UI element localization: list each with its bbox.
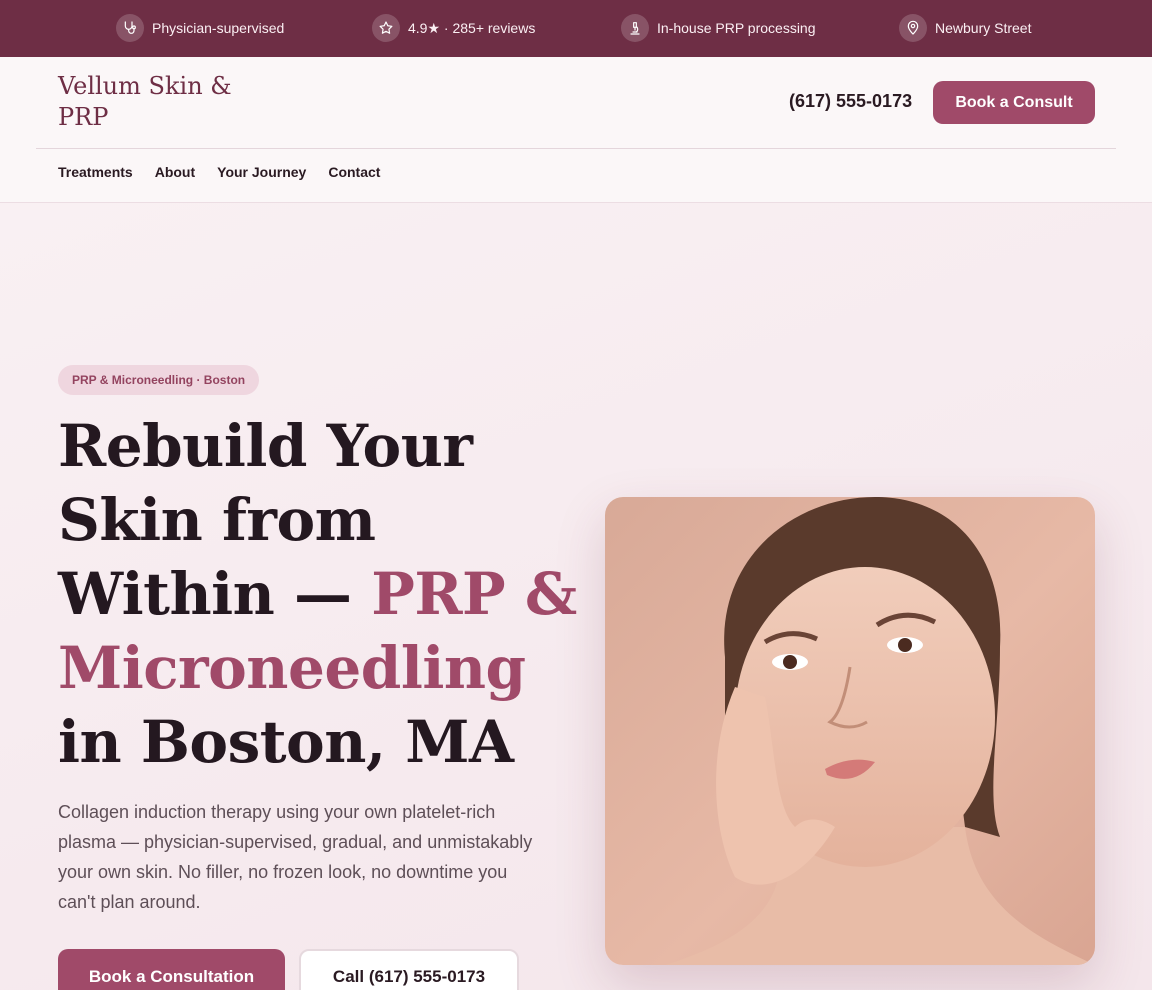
brand-logo[interactable]: Vellum Skin & PRP bbox=[58, 71, 238, 133]
book-consult-button[interactable]: Book a Consult bbox=[933, 81, 1095, 124]
stethoscope-icon bbox=[116, 14, 144, 42]
hero-eyebrow-pill: PRP & Microneedling · Boston bbox=[58, 365, 260, 395]
header-divider bbox=[36, 148, 1116, 149]
hero-portrait-image bbox=[605, 497, 1095, 965]
nav-item-your-journey[interactable]: Your Journey bbox=[217, 164, 306, 180]
trust-label: 4.9★ · 285+ reviews bbox=[408, 19, 536, 36]
nav-item-contact[interactable]: Contact bbox=[328, 164, 380, 180]
trust-item-location: Newbury Street bbox=[899, 14, 1031, 42]
trust-item-reviews: 4.9★ · 285+ reviews bbox=[372, 14, 535, 42]
header-phone-link[interactable]: (617) 555-0173 bbox=[789, 91, 912, 112]
trust-item-physician: Physician-supervised bbox=[116, 14, 284, 42]
hero-headline: Rebuild Your Skin from Within — PRP & Mi… bbox=[58, 409, 578, 779]
map-pin-icon bbox=[899, 14, 927, 42]
book-consultation-button[interactable]: Book a Consultation bbox=[58, 949, 285, 990]
trust-item-prp: In-house PRP processing bbox=[621, 14, 816, 42]
site-header: Vellum Skin & PRP (617) 555-0173 Book a … bbox=[0, 57, 1152, 203]
trust-label: Newbury Street bbox=[935, 20, 1032, 36]
nav-item-about[interactable]: About bbox=[155, 164, 195, 180]
trust-label: Physician-supervised bbox=[152, 20, 285, 36]
star-icon bbox=[372, 14, 400, 42]
main-nav: Treatments About Your Journey Contact bbox=[58, 164, 380, 180]
nav-item-treatments[interactable]: Treatments bbox=[58, 164, 133, 180]
headline-part-2: in Boston, MA bbox=[58, 708, 514, 776]
hero-description: Collagen induction therapy using your ow… bbox=[58, 802, 533, 912]
trust-bar: Physician-supervised 4.9★ · 285+ reviews… bbox=[0, 0, 1152, 57]
call-phone-button[interactable]: Call (617) 555-0173 bbox=[299, 949, 519, 990]
trust-label: In-house PRP processing bbox=[657, 20, 816, 36]
hero-section: PRP & Microneedling · Boston Rebuild You… bbox=[0, 203, 1152, 990]
microscope-icon bbox=[621, 14, 649, 42]
